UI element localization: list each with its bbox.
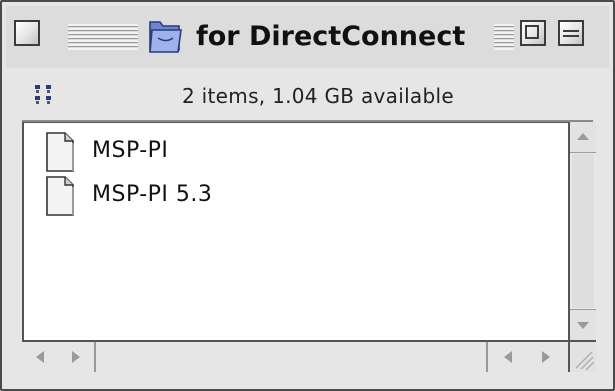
document-icon [46,132,74,172]
window-title: for DirectConnect [196,21,466,52]
horizontal-scrollbar[interactable] [22,340,568,372]
close-box[interactable] [14,20,40,46]
vertical-scroll-track[interactable] [572,154,594,308]
collapse-box[interactable] [558,20,584,46]
folder-icon [149,21,182,53]
scroll-left-icon[interactable] [22,342,58,372]
items-available-status: 2 items, 1.04 GB available [182,84,454,108]
title-bar[interactable]: for DirectConnect [6,6,609,68]
zoom-box[interactable] [520,20,546,46]
scroll-right-icon[interactable] [58,342,94,372]
scroll-down-button[interactable] [570,309,596,340]
down-arrow-icon [577,322,589,329]
title-stripes-left [68,24,138,50]
info-bar: 2 items, 1.04 GB available [22,72,593,122]
vertical-scrollbar[interactable] [568,122,596,340]
horizontal-scroll-track[interactable] [96,342,486,372]
icon-view-icon [35,85,51,104]
finder-window: for DirectConnect 2 items, 1.04 GB avail… [0,0,615,391]
file-name: MSP-PI [92,138,169,163]
resize-lines-icon [575,351,595,371]
scroll-right-icon[interactable] [528,342,564,372]
scroll-left-icon[interactable] [490,342,526,372]
horizontal-scroll-right-arrows[interactable] [486,342,568,372]
file-name: MSP-PI 5.3 [92,182,213,207]
up-arrow-icon [577,133,589,140]
document-icon [46,176,74,216]
file-list[interactable]: MSP-PI MSP-PI 5.3 [22,122,570,341]
horizontal-scroll-left-arrows[interactable] [22,342,96,372]
resize-grip-icon[interactable] [568,340,596,372]
title-stripes-right [494,24,514,50]
scroll-up-button[interactable] [570,122,596,153]
